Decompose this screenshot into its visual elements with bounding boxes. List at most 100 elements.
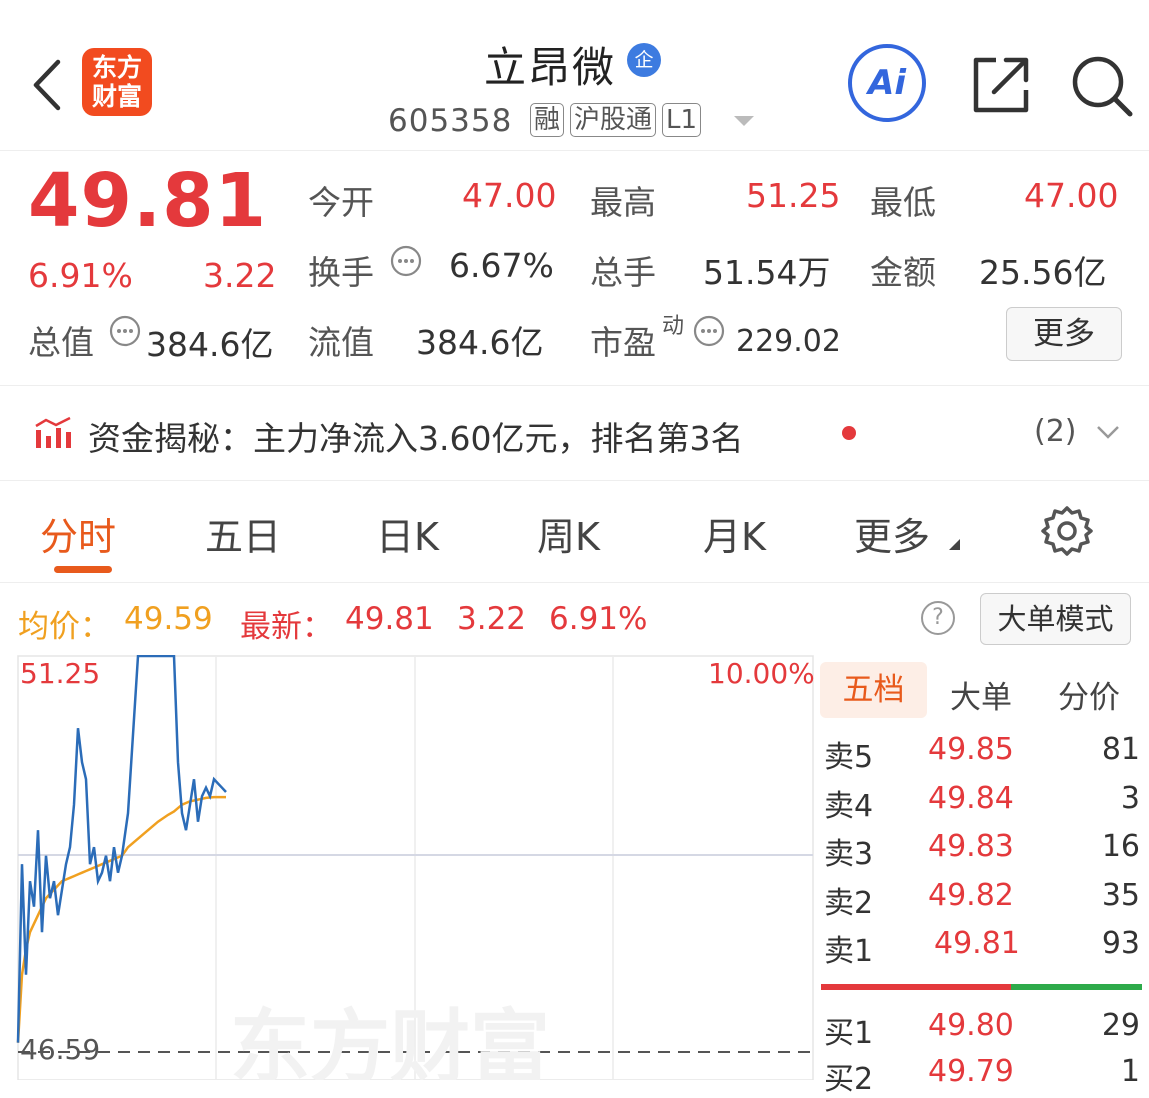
bid-volume: 29 [1101,1008,1140,1043]
more-triangle-icon [949,539,960,550]
pe-info-icon[interactable] [692,314,726,348]
app-logo[interactable]: 东方 财富 [82,48,152,116]
enterprise-badge: 企 [627,43,661,77]
divider [0,385,1149,386]
top-header: 东方 财富 立昂微 企 605358 融沪股通 L1 Ai [0,0,1149,151]
market-cap-info-icon[interactable] [108,314,142,348]
amount-label: 金额 [870,253,936,292]
bid-price: 49.80 [928,1008,1014,1043]
low-label: 最低 [870,183,936,222]
latest-price-label: 最新： [240,609,333,645]
search-icon[interactable] [1070,54,1134,118]
turnover-info-icon[interactable] [389,244,423,278]
y-top-label: 51.25 [20,657,100,690]
ask-volume: 16 [1101,829,1140,864]
fund-flow-count[interactable]: (2) [1034,414,1077,449]
ask-label: 卖4 [824,789,874,824]
more-quote-button[interactable]: 更多 [1006,307,1122,361]
market-cap-value: 384.6亿 [146,325,274,364]
intraday-chart[interactable]: 东方财富 51.25 46.59 10.00% [0,655,815,1080]
fund-flow-chart-icon [35,416,71,448]
stock-tags: 融沪股通 L1 [530,103,707,137]
low-value: 47.00 [1024,176,1119,215]
bid-price: 49.79 [928,1054,1014,1089]
turnover-label: 换手 [308,253,374,292]
ask-price: 49.82 [928,878,1014,913]
tag-margin: 融 [530,103,565,137]
bid-row[interactable]: 买2 49.79 1 [824,1054,1140,1098]
tab-monthly-k[interactable]: 月K [703,506,766,561]
latest-price-value: 49.81 [345,601,434,637]
ask-row[interactable]: 卖3 49.83 16 [824,829,1140,873]
divider [0,480,1149,481]
tag-connect: 沪股通 [570,103,657,137]
tab-daily-k[interactable]: 日K [376,506,439,561]
pe-value: 229.02 [736,324,841,359]
tab-more[interactable]: 更多 [854,506,930,561]
avg-price-value: 49.59 [124,601,213,637]
high-label: 最高 [590,183,656,222]
bid-row[interactable]: 买1 49.80 29 [824,1008,1140,1052]
market-cap-label: 总值 [28,323,94,362]
amount-value: 25.56亿 [979,253,1107,292]
ask-price: 49.85 [928,732,1014,767]
ask-row[interactable]: 卖5 49.85 81 [824,732,1140,776]
bid-strength-bar [1011,984,1142,990]
ask-price: 49.81 [934,926,1020,961]
big-order-mode-button[interactable]: 大单模式 [980,593,1131,645]
pe-dynamic-sup: 动 [662,314,685,339]
ask-volume: 35 [1101,878,1140,913]
ask-row[interactable]: 卖4 49.84 3 [824,781,1140,825]
tab-intraday[interactable]: 分时 [40,506,116,561]
ask-volume: 3 [1120,781,1140,816]
help-icon[interactable]: ? [921,601,955,635]
float-cap-label: 流值 [308,323,374,362]
y-bottom-label: 46.59 [20,1033,100,1066]
change-amount: 3.22 [203,256,277,295]
latest-change: 3.22 [457,601,527,637]
right-top-pct-label: 10.00% [708,657,815,690]
volume-label: 总手 [590,253,656,292]
volume-value: 51.54万 [703,253,831,292]
price-line [16,655,227,1043]
stock-code: 605358 [388,103,513,139]
ask-price: 49.83 [928,829,1014,864]
dropdown-caret-icon[interactable] [734,114,754,128]
active-tab-indicator [54,566,112,573]
bid-volume: 1 [1120,1054,1140,1089]
float-cap-value: 384.6亿 [416,323,544,362]
ask-label: 卖2 [824,886,874,921]
ask-row[interactable]: 卖1 49.81 93 [824,926,1140,970]
avg-price-line [16,795,226,1043]
avg-price-label: 均价： [18,609,111,645]
current-price: 49.81 [28,158,268,244]
orderbook-tab-price-dist[interactable]: 分价 [1058,672,1120,717]
orderbook-tab-big-order[interactable]: 大单 [950,672,1012,717]
tag-level: L1 [662,103,702,137]
ask-label: 卖3 [824,837,874,872]
ai-assistant-button[interactable]: Ai [848,44,926,122]
logo-text-2: 财富 [91,82,142,111]
high-value: 51.25 [746,176,841,215]
orderbook-tab-five-level[interactable]: 五档 [820,662,927,718]
ask-label: 卖1 [824,934,874,969]
settings-gear-icon[interactable] [1040,504,1094,558]
ask-row[interactable]: 卖2 49.82 35 [824,878,1140,922]
share-icon[interactable] [970,54,1032,116]
bid-label: 买2 [824,1062,874,1097]
bid-label: 买1 [824,1016,874,1051]
tab-five-day[interactable]: 五日 [205,506,281,561]
fund-flow-text[interactable]: 资金揭秘：主力净流入3.60亿元，排名第3名 [88,412,743,460]
logo-text-1: 东方 [91,53,142,82]
back-chevron-icon[interactable] [30,58,64,112]
divider [0,582,1149,583]
expand-chevron-icon[interactable] [1096,424,1120,440]
chart-watermark: 东方财富 [230,1001,550,1080]
change-percent: 6.91% [28,256,133,295]
open-label: 今开 [308,183,374,222]
open-value: 47.00 [462,176,557,215]
stock-name: 立昂微 [484,43,617,92]
tab-weekly-k[interactable]: 周K [537,506,600,561]
ask-volume: 93 [1101,926,1140,961]
latest-change-pct: 6.91% [549,601,648,637]
